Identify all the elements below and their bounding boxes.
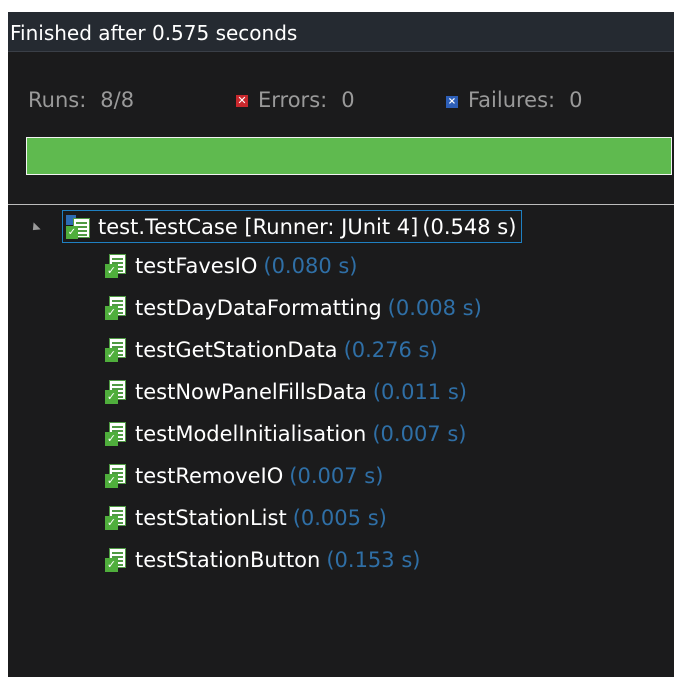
test-success-icon: ✓ [105,548,127,572]
errors-label: Errors: [258,88,328,112]
test-time: (0.276 s) [343,338,438,362]
failures-value: 0 [569,88,583,112]
test-success-icon: ✓ [105,338,127,362]
test-success-icon: ✓ [105,380,127,404]
runs-value: 8/8 [100,88,135,112]
test-name: testStationButton [135,548,321,572]
tree-item-test[interactable]: ✓ testNowPanelFillsData (0.011 s) [105,377,467,407]
tree-root-test-case[interactable]: ✓ test.TestCase [Runner: JUnit 4] (0.548… [62,210,523,243]
test-time: (0.007 s) [372,422,467,446]
tree-item-test[interactable]: ✓ testModelInitialisation (0.007 s) [105,419,466,449]
errors-value: 0 [341,88,355,112]
test-success-icon: ✓ [105,506,127,530]
failures-label: Failures: [468,88,556,112]
tree-item-test[interactable]: ✓ testGetStationData (0.276 s) [105,335,438,365]
test-suite-success-icon: ✓ [66,214,90,239]
test-name: testDayDataFormatting [135,296,382,320]
tree-item-test[interactable]: ✓ testStationButton (0.153 s) [105,545,420,575]
test-success-icon: ✓ [105,464,127,488]
tree-item-test[interactable]: ✓ testFavesIO (0.080 s) [105,251,358,281]
test-tree[interactable]: ✓ test.TestCase [Runner: JUnit 4] (0.548… [8,205,674,675]
progress-bar-fill [27,138,671,174]
failures-counter: × Failures: 0 [446,88,582,112]
tree-item-test[interactable]: ✓ testDayDataFormatting (0.008 s) [105,293,482,323]
errors-counter: ✕ Errors: 0 [236,88,355,112]
runs-label: Runs: [28,88,87,112]
tree-root-label: test.TestCase [Runner: JUnit 4] [98,214,419,239]
test-time: (0.005 s) [292,506,387,530]
tree-item-test[interactable]: ✓ testStationList (0.005 s) [105,503,387,533]
error-icon: ✕ [236,94,248,107]
test-success-icon: ✓ [105,254,127,278]
test-name: testModelInitialisation [135,422,367,446]
test-name: testNowPanelFillsData [135,380,367,404]
test-time: (0.011 s) [372,380,467,404]
test-time: (0.008 s) [387,296,482,320]
tree-item-test[interactable]: ✓ testRemoveIO (0.007 s) [105,461,383,491]
test-success-icon: ✓ [105,422,127,446]
test-time: (0.153 s) [326,548,421,572]
tree-root-time: (0.548 s) [422,214,517,239]
progress-bar [26,137,672,175]
test-time: (0.007 s) [289,464,384,488]
test-name: testRemoveIO [135,464,284,488]
status-bar: Finished after 0.575 seconds [8,12,674,52]
test-name: testStationList [135,506,287,530]
runs-counter: Runs: 8/8 [28,88,134,112]
junit-results-panel: Finished after 0.575 seconds Runs: 8/8 ✕ E… [8,12,674,677]
test-time: (0.080 s) [263,254,358,278]
collapse-arrow-icon[interactable] [29,222,41,234]
test-success-icon: ✓ [105,296,127,320]
status-text: Finished after 0.575 seconds [10,21,298,45]
test-name: testGetStationData [135,338,338,362]
failure-icon: × [446,96,458,108]
test-name: testFavesIO [135,254,258,278]
